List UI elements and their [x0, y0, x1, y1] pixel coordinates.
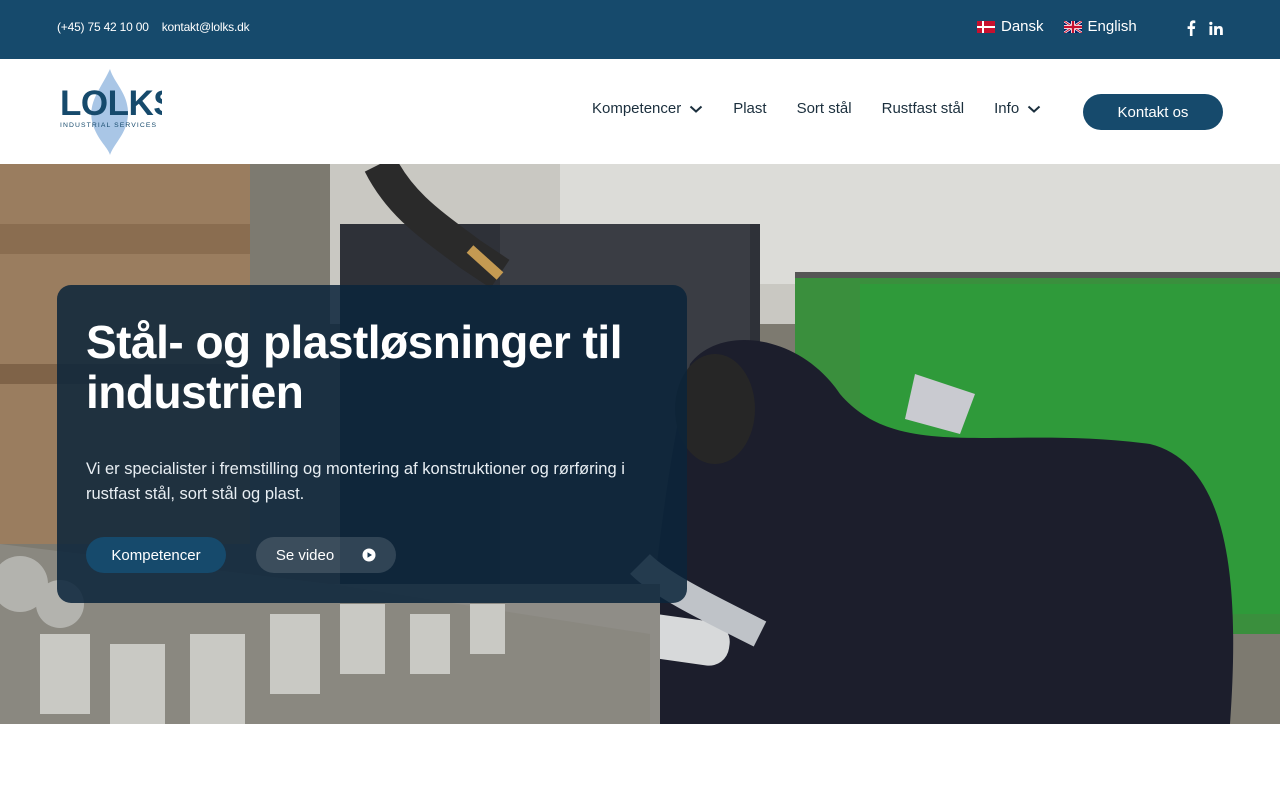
page-content-start: [0, 724, 1280, 800]
linkedin-icon[interactable]: [1209, 19, 1223, 37]
contact-button[interactable]: Kontakt os: [1083, 94, 1223, 130]
social-links: [1184, 19, 1223, 37]
nav-sort-stal-label: Sort stål: [796, 100, 852, 117]
nav-rustfast-stal[interactable]: Rustfast stål: [882, 100, 965, 117]
nav-plast-label: Plast: [733, 100, 767, 117]
competences-button[interactable]: Kompetencer: [86, 537, 226, 573]
lang-danish-label: Dansk: [1001, 18, 1044, 35]
lang-danish[interactable]: Dansk: [977, 18, 1044, 35]
flag-gb-icon: [1063, 20, 1082, 33]
watch-video-label: Se video: [275, 546, 335, 564]
contact-info: (+45) 75 42 10 00 kontakt@lolks.dk: [57, 20, 250, 34]
play-icon: [362, 548, 376, 562]
hero-section: Stål- og plastløsninger til industrien V…: [0, 164, 1280, 724]
chevron-down-icon: [690, 105, 703, 113]
chevron-down-icon: [1027, 105, 1041, 113]
main-nav: Kompetencer Plast Sort stål Rustfast stå…: [592, 100, 1041, 117]
nav-kompetencer[interactable]: Kompetencer: [592, 100, 703, 117]
email-link[interactable]: kontakt@lolks.dk: [162, 20, 250, 34]
logo-tagline: INDUSTRIAL SERVICES: [60, 122, 157, 129]
hero-title: Stål- og plastløsninger til industrien: [86, 316, 622, 418]
nav-plast[interactable]: Plast: [733, 100, 766, 117]
phone-link[interactable]: (+45) 75 42 10 00: [57, 20, 149, 34]
language-switcher: Dansk English: [977, 18, 1137, 35]
nav-sort-stal[interactable]: Sort stål: [797, 100, 852, 117]
hero-card: Stål- og plastløsninger til industrien V…: [57, 285, 687, 603]
lang-english[interactable]: English: [1063, 18, 1137, 35]
nav-rustfast-stal-label: Rustfast stål: [881, 100, 965, 117]
main-header: LOLKS INDUSTRIAL SERVICES Kompetencer Pl…: [0, 59, 1280, 164]
watch-video-button[interactable]: Se video: [256, 537, 396, 573]
nav-info-label: Info: [994, 100, 1020, 117]
lolks-logo[interactable]: LOLKS INDUSTRIAL SERVICES: [58, 69, 177, 155]
nav-kompetencer-label: Kompetencer: [592, 100, 682, 117]
lang-english-label: English: [1087, 18, 1137, 35]
nav-info[interactable]: Info: [994, 100, 1041, 117]
logo-text: LOLKS: [60, 84, 162, 123]
flag-dk-icon: [977, 20, 995, 33]
top-bar: (+45) 75 42 10 00 kontakt@lolks.dk Dansk…: [0, 0, 1280, 59]
hero-description: Vi er specialister i fremstilling og mon…: [86, 460, 625, 503]
facebook-icon[interactable]: [1184, 19, 1198, 37]
